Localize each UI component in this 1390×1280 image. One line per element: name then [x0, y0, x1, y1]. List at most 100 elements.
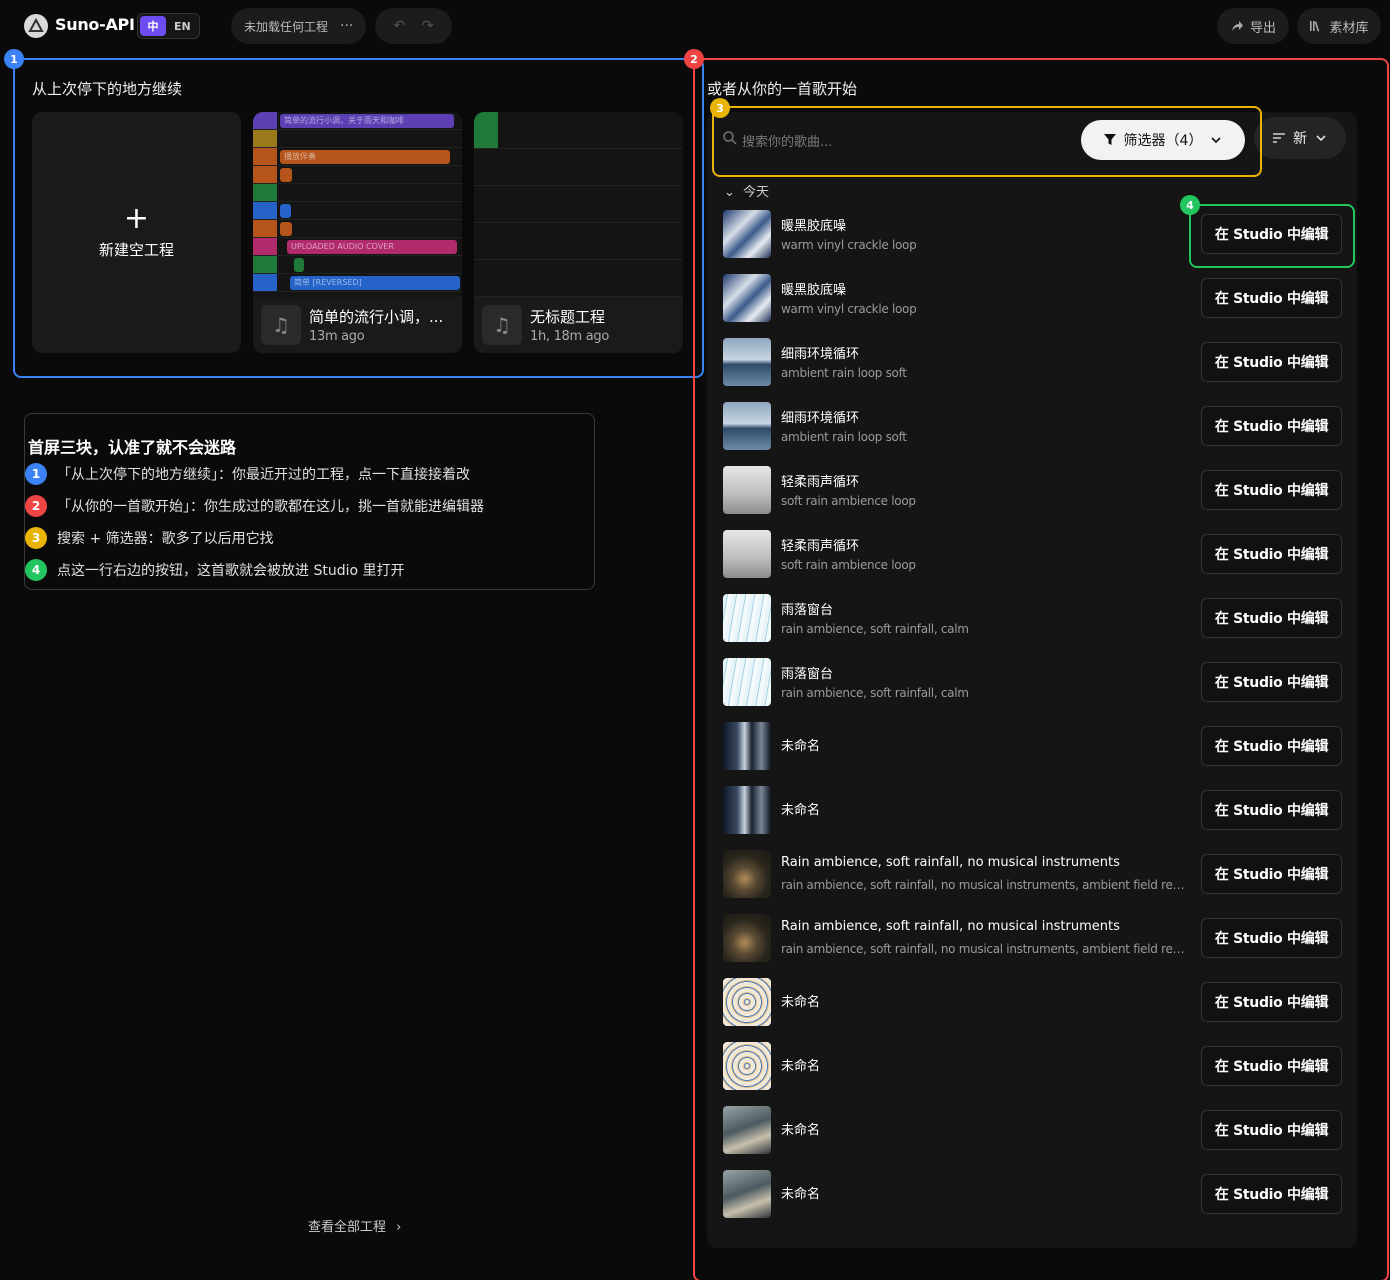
song-subtitle: warm vinyl crackle loop — [781, 302, 917, 316]
edit-in-studio-button[interactable]: 在 Studio 中编辑 — [1201, 534, 1342, 574]
song-row[interactable]: 暖黑胶底噪 warm vinyl crackle loop 在 Studio 中编辑 — [707, 266, 1357, 330]
project-title: 简单的流行小调，... — [309, 308, 444, 326]
song-cover-image — [723, 722, 771, 770]
song-row[interactable]: Rain ambience, soft rainfall, no musical… — [707, 842, 1357, 906]
edit-in-studio-button[interactable]: 在 Studio 中编辑 — [1201, 1174, 1342, 1214]
help-badge-2: 2 — [25, 495, 47, 517]
library-button[interactable]: 素材库 — [1297, 8, 1381, 44]
song-row[interactable]: 雨落窗台 rain ambience, soft rainfall, calm 在 … — [707, 650, 1357, 714]
song-row[interactable]: 未命名 在 Studio 中编辑 — [707, 714, 1357, 778]
song-cover-image — [723, 850, 771, 898]
song-cover-image — [723, 466, 771, 514]
song-subtitle: rain ambience, soft rainfall, no musical… — [781, 878, 1186, 892]
song-row[interactable]: Rain ambience, soft rainfall, no musical… — [707, 906, 1357, 970]
song-title: 轻柔雨声循环 — [781, 475, 860, 490]
edit-in-studio-button[interactable]: 在 Studio 中编辑 — [1201, 342, 1342, 382]
song-title: 暖黑胶底噪 — [781, 283, 847, 298]
project-menu-button[interactable]: 未加载任何工程 ··· — [231, 8, 366, 44]
song-title: 轻柔雨声循环 — [781, 539, 860, 554]
edit-in-studio-button[interactable]: 在 Studio 中编辑 — [1201, 1110, 1342, 1150]
song-title: Rain ambience, soft rainfall, no musical… — [781, 919, 1120, 934]
edit-in-studio-button[interactable]: 在 Studio 中编辑 — [1201, 854, 1342, 894]
clip: 简单 [REVERSED] — [290, 276, 460, 290]
song-row[interactable]: 细雨环境循环 ambient rain loop soft 在 Studio 中编辑 — [707, 330, 1357, 394]
song-row[interactable]: 未命名 在 Studio 中编辑 — [707, 1034, 1357, 1098]
clip: 播放伴奏 — [280, 150, 450, 164]
song-row[interactable]: 雨落窗台 rain ambience, soft rainfall, calm 在 … — [707, 586, 1357, 650]
music-note-icon: ♫ — [482, 305, 522, 345]
history-controls: ↶ ↷ — [375, 8, 452, 44]
song-cover-image — [723, 658, 771, 706]
song-cover-image — [723, 210, 771, 258]
export-button[interactable]: 导出 — [1217, 8, 1289, 44]
song-cover-image — [723, 338, 771, 386]
annotation-frame-3 — [712, 106, 1262, 177]
song-title: 未命名 — [781, 1123, 821, 1138]
song-row[interactable]: 未命名 在 Studio 中编辑 — [707, 778, 1357, 842]
song-cover-image — [723, 786, 771, 834]
song-title: 未命名 — [781, 739, 821, 754]
edit-in-studio-button[interactable]: 在 Studio 中编辑 — [1201, 470, 1342, 510]
song-cover-image — [723, 1106, 771, 1154]
chevron-right-icon: › — [396, 1220, 402, 1235]
edit-in-studio-button[interactable]: 在 Studio 中编辑 — [1201, 982, 1342, 1022]
help-badge-1: 1 — [25, 463, 47, 485]
edit-in-studio-button[interactable]: 在 Studio 中编辑 — [1201, 1046, 1342, 1086]
help-callout: 首屏三块，认准了就不会迷路 1 「从上次停下的地方继续」：你最近开过的工程，点一下… — [24, 413, 595, 590]
group-header-today[interactable]: ⌄ 今天 — [724, 181, 769, 200]
library-label: 素材库 — [1329, 20, 1369, 36]
song-title: 未命名 — [781, 803, 821, 818]
chevron-down-icon: ⌄ — [724, 185, 735, 200]
song-subtitle: soft rain ambience loop — [781, 494, 916, 508]
song-row[interactable]: 未命名 在 Studio 中编辑 — [707, 1162, 1357, 1226]
edit-in-studio-button[interactable]: 在 Studio 中编辑 — [1201, 598, 1342, 638]
song-row[interactable]: 轻柔雨声循环 soft rain ambience loop 在 Studio 中编… — [707, 522, 1357, 586]
edit-in-studio-button[interactable]: 在 Studio 中编辑 — [1201, 790, 1342, 830]
edit-in-studio-button[interactable]: 在 Studio 中编辑 — [1201, 662, 1342, 702]
music-note-icon: ♫ — [261, 305, 301, 345]
song-title: 未命名 — [781, 1187, 821, 1202]
lang-zh-button[interactable]: 中 — [140, 16, 166, 36]
library-icon — [1310, 21, 1320, 32]
edit-in-studio-button[interactable]: 在 Studio 中编辑 — [1201, 726, 1342, 766]
song-cover-image — [723, 1042, 771, 1090]
project-preview: 简单的流行小调，关于雨天和咖啡 播放伴奏 UPLOADED AUDIO COVE… — [253, 112, 462, 297]
song-title: 雨落窗台 — [781, 667, 834, 682]
song-title: Rain ambience, soft rainfall, no musical… — [781, 855, 1120, 870]
project-status: 未加载任何工程 — [244, 19, 329, 34]
recent-project-card[interactable]: 简单的流行小调，关于雨天和咖啡 播放伴奏 UPLOADED AUDIO COVE… — [253, 112, 462, 353]
project-preview — [474, 112, 683, 297]
undo-icon[interactable]: ↶ — [393, 18, 405, 34]
project-time: 13m ago — [309, 329, 365, 344]
recent-project-card[interactable]: ♫ 无标题工程 1h, 18m ago — [474, 112, 683, 353]
new-project-label: 新建空工程 — [98, 241, 174, 259]
edit-in-studio-button[interactable]: 在 Studio 中编辑 — [1201, 918, 1342, 958]
help-item: 点这一行右边的按钮，这首歌就会被放进 Studio 里打开 — [57, 563, 405, 579]
song-title: 未命名 — [781, 995, 821, 1010]
song-subtitle: ambient rain loop soft — [781, 430, 907, 444]
view-all-projects-link[interactable]: 查看全部工程 › — [308, 1216, 401, 1235]
app-logo-icon[interactable] — [24, 14, 48, 38]
song-cover-image — [723, 274, 771, 322]
help-item: 「从你的一首歌开始」：你生成过的歌都在这儿，挑一首就能进编辑器 — [57, 499, 484, 515]
language-toggle[interactable]: 中 EN — [137, 13, 200, 39]
song-row[interactable]: 轻柔雨声循环 soft rain ambience loop 在 Studio 中编… — [707, 458, 1357, 522]
song-row[interactable]: 细雨环境循环 ambient rain loop soft 在 Studio 中编辑 — [707, 394, 1357, 458]
project-footer: ♫ 无标题工程 1h, 18m ago — [474, 297, 683, 353]
app-brand: Suno-API — [55, 15, 135, 34]
new-project-card[interactable]: + 新建空工程 — [32, 112, 241, 353]
song-row[interactable]: 未命名 在 Studio 中编辑 — [707, 970, 1357, 1034]
sort-button[interactable]: 新 — [1254, 117, 1346, 159]
annotation-frame-4 — [1189, 204, 1355, 268]
more-icon: ··· — [340, 18, 354, 34]
song-cover-image — [723, 1170, 771, 1218]
annotation-badge-3: 3 — [710, 98, 730, 118]
redo-icon[interactable]: ↷ — [422, 18, 434, 34]
lang-en-button[interactable]: EN — [170, 20, 191, 33]
edit-in-studio-button[interactable]: 在 Studio 中编辑 — [1201, 278, 1342, 318]
song-title: 细雨环境循环 — [781, 411, 860, 426]
edit-in-studio-button[interactable]: 在 Studio 中编辑 — [1201, 406, 1342, 446]
clip: UPLOADED AUDIO COVER — [287, 240, 457, 254]
help-badge-3: 3 — [25, 527, 47, 549]
song-row[interactable]: 未命名 在 Studio 中编辑 — [707, 1098, 1357, 1162]
